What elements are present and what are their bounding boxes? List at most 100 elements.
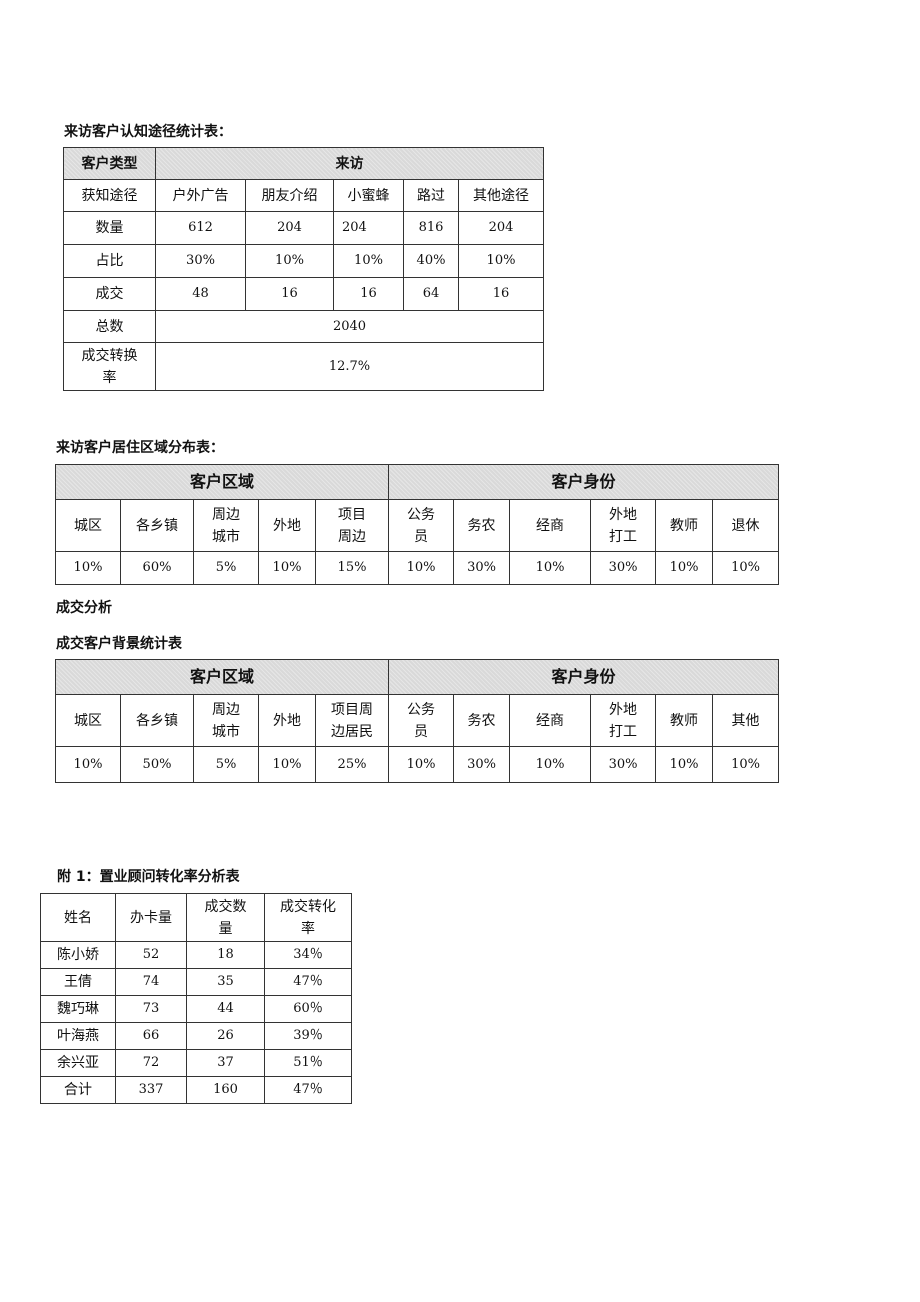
cell-value: 10% [55,746,121,783]
cell-value: 64 [403,277,459,311]
cell-value: 204 [245,211,334,245]
consultant-name: 陈小娇 [40,941,116,969]
header-text: 公务员 [407,506,436,545]
cell-value: 10% [655,551,714,585]
cell-value: 18 [186,941,265,969]
channel-header: 其他途径 [457,179,545,212]
column-header: 姓名 [40,893,116,942]
column-header: 务农 [453,694,511,747]
table-row: 成交 48 16 16 64 16 [63,277,545,311]
cell-value: 10% [55,551,121,585]
cell-value: 73 [115,995,187,1023]
column-header: 经商 [509,694,592,747]
column-header: 成交转化率 [264,893,352,942]
consultant-name: 合计 [40,1076,116,1104]
cell-value: 16 [245,277,334,311]
cell-value: 25% [314,746,390,783]
cell-value: 60% [120,551,194,585]
cell-value: 37 [186,1049,265,1077]
cell-value: 10% [712,551,780,585]
column-header: 周边城市 [193,694,259,747]
table4-title: 附 1：置业顾问转化率分析表 [57,869,240,885]
table-row: 王倩 74 35 47％ [40,968,352,996]
channel-row-label: 获知途径 [63,179,156,212]
cell-value: 10% [388,551,455,585]
column-header: 各乡镇 [120,694,194,747]
cell-value: 10% [388,746,455,783]
cell-value: 72 [115,1049,187,1077]
column-header: 务农 [453,499,511,552]
table-row: 总数 2040 [63,310,545,343]
cell-value: 10% [333,244,404,278]
header-text: 周边城市 [212,701,240,740]
cell-value: 40% [403,244,459,278]
column-header: 公务员 [388,499,455,552]
column-header: 外地打工 [590,694,657,747]
channel-header: 小蜜蜂 [333,179,404,212]
table-row: 数量 612 204 204 816 204 [63,211,545,245]
cell-value: 35 [186,968,265,996]
section-title: 成交分析 [56,600,112,616]
cell-value: 10% [258,551,316,585]
row-label: 成交 [63,277,156,311]
cell-value: 204 [333,211,404,245]
cell-value: 10% [509,551,592,585]
cell-value: 10% [509,746,592,783]
cell-value: 5% [193,551,259,585]
header-text: 公务员 [407,701,436,740]
cell-value: 15% [314,551,390,585]
column-header: 公务员 [388,694,455,747]
table-row: 成交转换率 12.7% [63,342,545,391]
cell-value: 30% [590,551,657,585]
column-header: 教师 [655,499,714,552]
table-row: 魏巧琳 73 44 60％ [40,995,352,1023]
cell-value: 30% [453,746,511,783]
column-header: 周边城市 [193,499,259,552]
cell-value: 26 [186,1022,265,1050]
column-header: 办卡量 [115,893,187,942]
channel-header: 朋友介绍 [245,179,334,212]
table2-title: 来访客户居住区域分布表： [56,440,224,456]
visit-channel-table: 客户类型 来访 获知途径 户外广告 朋友介绍 小蜜蜂 路过 其他途径 数量 61… [63,147,545,391]
header-text: 外地打工 [609,701,638,740]
header-text: 项目周边 [338,506,366,545]
row-label: 数量 [63,211,156,245]
consultant-name: 余兴亚 [40,1049,116,1077]
header-text: 外地打工 [609,506,638,545]
table3-title: 成交客户背景统计表 [56,636,182,652]
cell-value: 47％ [264,968,352,996]
consultant-name: 叶海燕 [40,1022,116,1050]
residence-distribution-table: 客户区域 客户身份 城区 各乡镇 周边城市 外地 项目周边 公务员 务农 经商 外地打工 教师 退休… [54,464,780,585]
cell-value: 816 [403,211,459,245]
column-header: 项目周边 [314,499,390,552]
table1-title: 来访客户认知途径统计表： [64,124,232,140]
cell-value: 204 [457,211,545,245]
row-label: 占比 [63,244,156,278]
header-text: 成交数量 [204,898,247,937]
cell-value: 60％ [264,995,352,1023]
cell-value: 44 [186,995,265,1023]
column-header: 退休 [712,499,780,552]
header-text: 成交转化率 [280,898,336,937]
cell-value: 52 [115,941,187,969]
total-row: 合计 337 160 47％ [40,1076,352,1104]
table-row: 陈小娇 52 18 34％ [40,941,352,969]
table-row: 占比 30% 10% 10% 40% 10% [63,244,545,278]
cell-value: 5% [193,746,259,783]
cell-value: 47％ [264,1076,352,1104]
header-text: 周边城市 [212,506,240,545]
deal-customer-background-table: 客户区域 客户身份 城区 各乡镇 周边城市 外地 项目周边居民 公务员 务农 经商 外地打工 教师… [54,659,780,783]
header-text: 项目周边居民 [331,701,373,740]
column-header: 教师 [655,694,714,747]
cell-value: 48 [155,277,246,311]
cell-value: 337 [115,1076,187,1104]
cell-value: 50% [120,746,194,783]
cell-value: 10% [245,244,334,278]
group-header-identity: 客户身份 [388,659,780,695]
cell-value: 160 [186,1076,265,1104]
cell-value: 612 [155,211,246,245]
cell-value: 39％ [264,1022,352,1050]
column-header: 城区 [55,694,121,747]
header-customer-type: 客户类型 [63,147,156,180]
cell-value: 10% [655,746,714,783]
